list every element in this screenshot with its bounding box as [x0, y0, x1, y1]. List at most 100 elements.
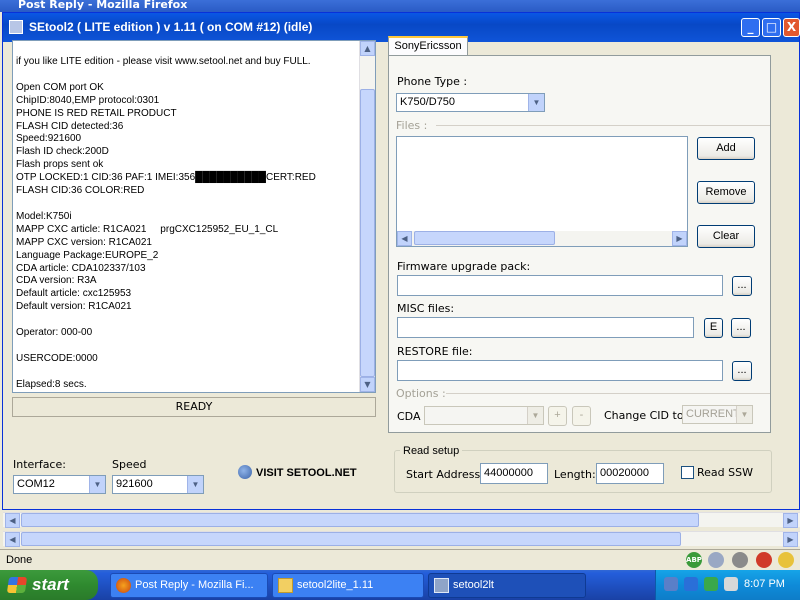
scroll-left-icon[interactable]: ◀ [5, 513, 20, 528]
clear-button[interactable]: Clear [697, 225, 755, 248]
scroll-thumb[interactable] [414, 231, 555, 245]
status-ready: READY [12, 397, 376, 417]
log-vertical-scrollbar[interactable]: ▲ ▼ [359, 41, 375, 392]
tab-sonyericsson[interactable]: SonyEricsson [388, 36, 468, 56]
change-cid-label: Change CID to [604, 409, 684, 422]
setool-icon [434, 578, 449, 593]
visit-setool-link[interactable]: VISIT SETOOL.NET [238, 465, 357, 479]
files-divider [436, 125, 770, 126]
start-button[interactable]: start [0, 570, 98, 600]
folder-icon [278, 578, 293, 593]
chevron-down-icon[interactable]: ▼ [187, 476, 203, 493]
read-setup-legend: Read setup [400, 445, 463, 457]
maximize-button[interactable]: □ [762, 18, 781, 37]
phone-type-select[interactable]: K750/D750 ▼ [396, 93, 545, 112]
task-setool[interactable]: setool2lt [428, 573, 586, 598]
length-input[interactable]: 00020000 [596, 463, 664, 484]
task-firefox[interactable]: Post Reply - Mozilla Fi... [110, 573, 268, 598]
task-label: setool2lite_1.11 [297, 579, 374, 591]
window-title: SEtool2 ( LITE edition ) v 1.11 ( on COM… [29, 20, 313, 34]
bluetooth-icon[interactable] [684, 577, 698, 591]
restore-browse-button[interactable]: ... [732, 361, 752, 381]
chevron-down-icon[interactable]: ▼ [528, 94, 544, 111]
windows-logo-icon [6, 577, 28, 593]
options-divider [446, 393, 770, 394]
volume-icon[interactable] [724, 577, 738, 591]
start-address-label: Start Address: [406, 468, 484, 481]
scroll-right-icon[interactable]: ▶ [783, 532, 798, 547]
close-button[interactable]: X [783, 18, 800, 37]
speed-label: Speed [112, 458, 147, 471]
scroll-right-icon[interactable]: ▶ [672, 231, 687, 246]
interface-value: COM12 [17, 478, 55, 490]
taskbar: start Post Reply - Mozilla Fi... setool2… [0, 570, 800, 600]
search-icon[interactable] [708, 552, 724, 568]
phone-type-label: Phone Type : [397, 75, 468, 88]
app-icon [9, 20, 23, 34]
files-list[interactable]: ◀ ▶ [396, 136, 688, 247]
cda-label: CDA [397, 410, 421, 423]
restore-input[interactable] [397, 360, 723, 381]
start-address-input[interactable]: 44000000 [480, 463, 548, 484]
scroll-left-icon[interactable]: ◀ [397, 231, 412, 246]
safely-remove-icon[interactable] [704, 577, 718, 591]
files-horizontal-scrollbar[interactable]: ◀ ▶ [397, 231, 687, 246]
task-label: setool2lt [453, 579, 494, 591]
scroll-left-icon[interactable]: ◀ [5, 532, 20, 547]
log-text: if you like LITE edition - please visit … [16, 56, 316, 390]
security-icon[interactable] [756, 552, 772, 568]
change-cid-value: CURRENT [686, 408, 740, 420]
clock[interactable]: 8:07 PM [744, 578, 785, 590]
phone-type-value: K750/D750 [400, 96, 456, 108]
notification-icon[interactable] [778, 552, 794, 568]
visit-label: VISIT SETOOL.NET [256, 467, 357, 479]
task-folder[interactable]: setool2lite_1.11 [272, 573, 424, 598]
extension-icon[interactable] [732, 552, 748, 568]
add-button[interactable]: Add [697, 137, 755, 160]
length-label: Length: [554, 468, 596, 481]
restore-label: RESTORE file: [397, 345, 473, 358]
change-cid-select[interactable]: CURRENT ▼ [682, 405, 753, 424]
horizontal-scrollbar[interactable]: ◀ ▶ [3, 512, 800, 528]
scroll-thumb[interactable] [360, 89, 375, 377]
scroll-thumb[interactable] [21, 513, 699, 527]
browser-status-bar: Done ABP [0, 549, 800, 570]
firmware-label: Firmware upgrade pack: [397, 260, 531, 273]
cda-minus-button[interactable]: - [572, 406, 591, 426]
misc-e-button[interactable]: E [704, 318, 723, 338]
scroll-right-icon[interactable]: ▶ [783, 513, 798, 528]
speed-select[interactable]: 921600 ▼ [112, 475, 204, 494]
files-label: Files : [396, 119, 428, 132]
interface-select[interactable]: COM12 ▼ [13, 475, 106, 494]
chevron-down-icon[interactable]: ▼ [527, 407, 543, 424]
background-window-title: Post Reply - Mozilla Firefox [0, 0, 800, 12]
cda-select[interactable]: ▼ [424, 406, 544, 425]
interface-label: Interface: [13, 458, 66, 471]
horizontal-scrollbar-page[interactable]: ◀ ▶ [3, 531, 800, 547]
adblock-icon[interactable]: ABP [686, 552, 702, 568]
speed-value: 921600 [116, 478, 153, 490]
misc-browse-button[interactable]: ... [731, 318, 751, 338]
chevron-down-icon[interactable]: ▼ [89, 476, 105, 493]
options-label: Options : [396, 387, 446, 400]
status-text: Done [6, 554, 33, 566]
firmware-input[interactable] [397, 275, 723, 296]
cda-plus-button[interactable]: + [548, 406, 567, 426]
read-ssw-label: Read SSW [697, 466, 753, 479]
minimize-button[interactable]: _ [741, 18, 760, 37]
start-label: start [32, 575, 69, 594]
task-label: Post Reply - Mozilla Fi... [135, 579, 254, 591]
chevron-down-icon[interactable]: ▼ [736, 406, 752, 423]
log-output[interactable]: if you like LITE edition - please visit … [12, 40, 376, 393]
network-icon[interactable] [664, 577, 678, 591]
firmware-browse-button[interactable]: ... [732, 276, 752, 296]
read-ssw-checkbox[interactable] [681, 466, 694, 479]
scroll-up-icon[interactable]: ▲ [360, 41, 375, 56]
globe-icon [238, 465, 252, 479]
misc-input[interactable] [397, 317, 694, 338]
firefox-icon [116, 578, 131, 593]
remove-button[interactable]: Remove [697, 181, 755, 204]
misc-label: MISC files: [397, 302, 455, 315]
scroll-down-icon[interactable]: ▼ [360, 377, 375, 392]
scroll-thumb[interactable] [21, 532, 681, 546]
